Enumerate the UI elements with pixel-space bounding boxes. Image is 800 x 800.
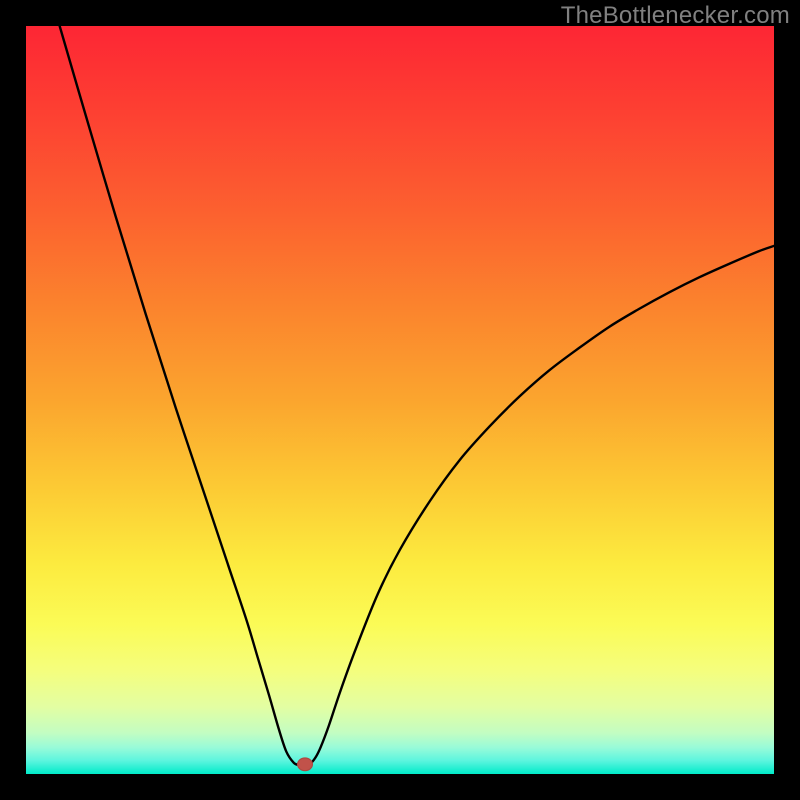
plot-area: [26, 26, 774, 774]
gradient-background: [26, 26, 774, 774]
minimum-marker: [298, 758, 313, 771]
root-container: { "attribution": "TheBottlenecker.com", …: [0, 0, 800, 800]
chart-svg: [26, 26, 774, 774]
attribution-label: TheBottlenecker.com: [561, 2, 790, 30]
